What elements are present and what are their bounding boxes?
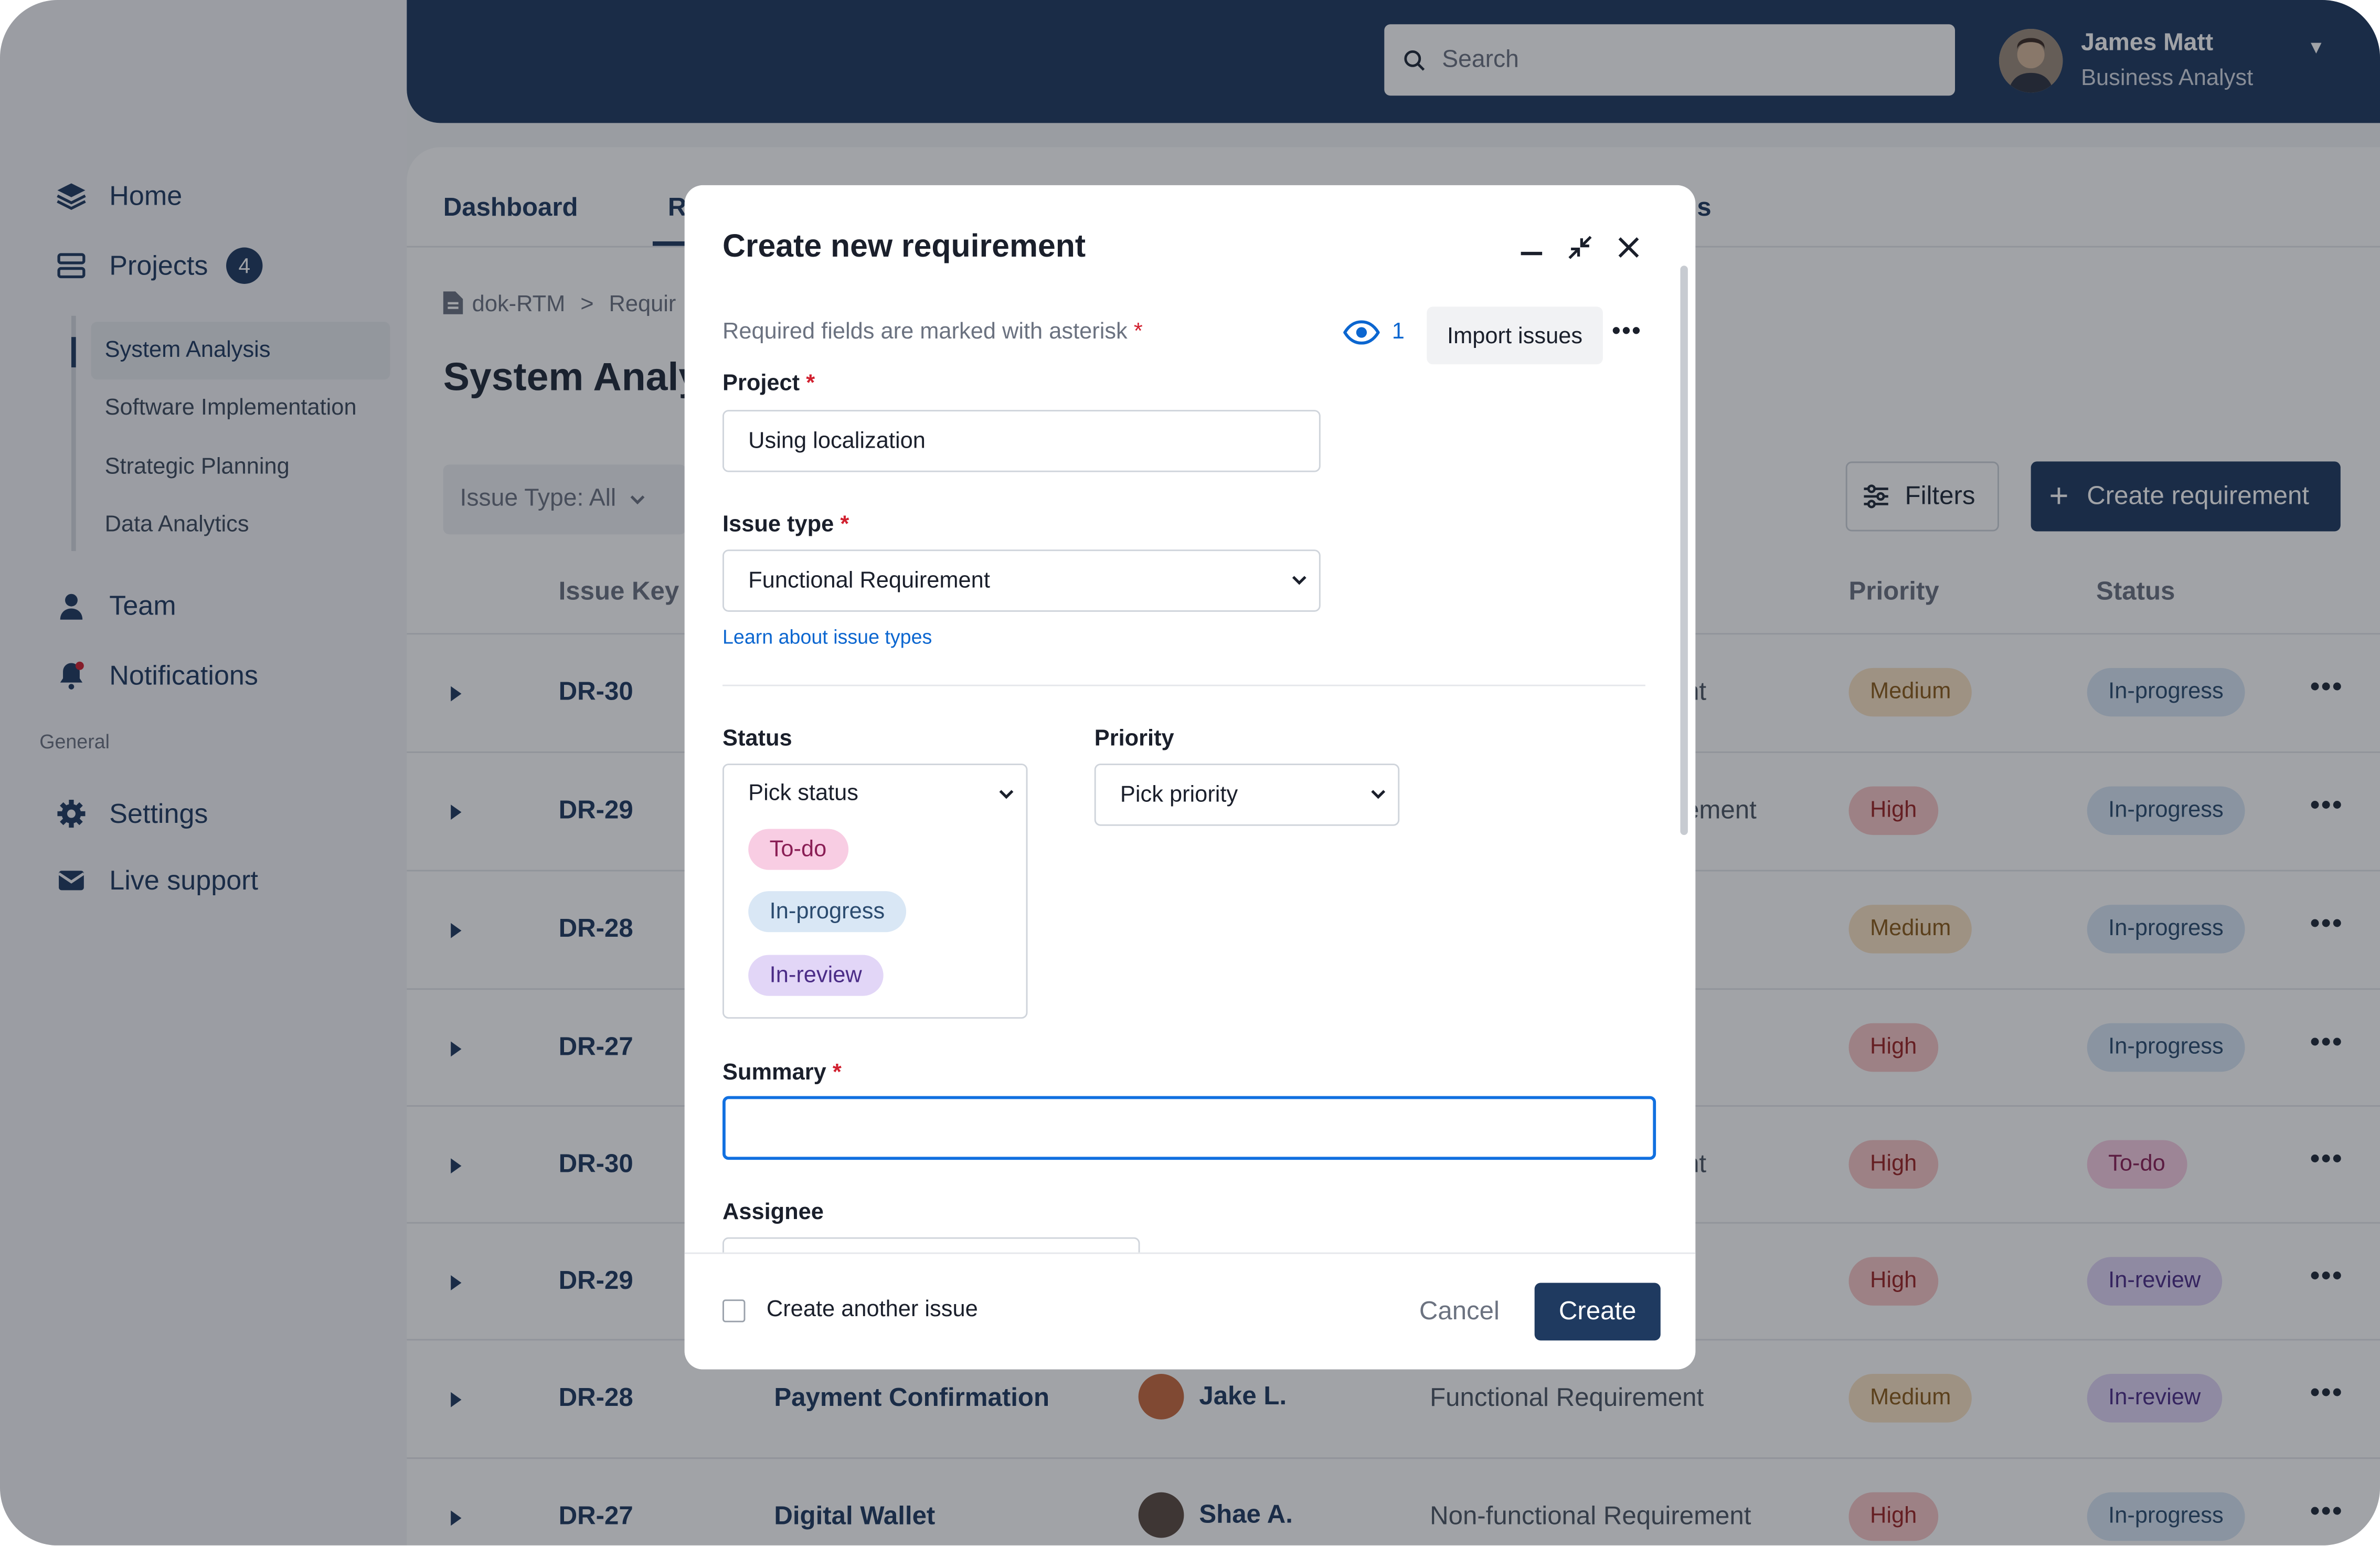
dialog-title: Create new requirement xyxy=(722,229,1086,264)
create-button[interactable]: Create xyxy=(1534,1283,1661,1341)
app-window: Home Projects 4 System Analysis Software… xyxy=(0,0,2380,1545)
issue-type-label-text: Issue type xyxy=(722,511,834,538)
status-option-in-progress[interactable]: In-progress xyxy=(748,891,906,933)
collapse-arrows-icon[interactable] xyxy=(1562,229,1598,266)
create-another-label[interactable]: Create another issue xyxy=(767,1297,978,1322)
project-value: Using localization xyxy=(748,428,926,454)
status-option-in-review[interactable]: In-review xyxy=(748,955,884,996)
status-dropdown[interactable]: Pick status To-do In-progress In-review xyxy=(722,764,1028,1019)
required-fields-note: Required fields are marked with asterisk… xyxy=(722,319,1143,345)
more-options-icon[interactable]: ••• xyxy=(1612,319,1642,346)
required-asterisk: * xyxy=(1133,319,1143,345)
issue-type-label: Issue type * xyxy=(722,512,849,537)
chevron-down-icon xyxy=(1292,576,1306,585)
project-label: Project * xyxy=(722,370,815,396)
status-label: Status xyxy=(722,725,792,751)
summary-label-text: Summary xyxy=(722,1060,826,1086)
close-icon[interactable] xyxy=(1610,229,1646,266)
required-asterisk: * xyxy=(832,1060,842,1086)
chevron-up-down-icon xyxy=(999,790,1014,799)
section-divider xyxy=(722,684,1645,686)
project-label-text: Project xyxy=(722,370,800,397)
status-placeholder: Pick status xyxy=(748,780,859,807)
import-issues-button[interactable]: Import issues xyxy=(1427,306,1603,365)
learn-issue-types-link[interactable]: Learn about issue types xyxy=(722,626,932,648)
priority-placeholder: Pick priority xyxy=(1120,781,1238,808)
status-option-todo[interactable]: To-do xyxy=(748,829,848,870)
chevron-down-icon xyxy=(1371,790,1386,799)
summary-input[interactable] xyxy=(722,1096,1656,1160)
issue-type-value: Functional Requirement xyxy=(748,567,990,594)
priority-select[interactable]: Pick priority xyxy=(1094,764,1400,826)
scrollbar-thumb[interactable] xyxy=(1680,266,1688,835)
project-field[interactable]: Using localization xyxy=(722,410,1321,472)
required-note-text: Required fields are marked with asterisk xyxy=(722,319,1128,345)
create-requirement-dialog: Create new requirement Required fields a… xyxy=(684,185,1696,1370)
priority-label: Priority xyxy=(1094,725,1174,751)
eye-icon xyxy=(1343,319,1380,344)
issue-type-select[interactable]: Functional Requirement xyxy=(722,549,1321,612)
required-asterisk: * xyxy=(806,370,815,397)
dialog-footer: Create another issue Cancel Create xyxy=(684,1252,1696,1370)
create-another-checkbox[interactable] xyxy=(722,1299,746,1322)
minimize-icon[interactable] xyxy=(1513,229,1549,266)
summary-label: Summary * xyxy=(722,1060,842,1085)
cancel-button[interactable]: Cancel xyxy=(1419,1297,1500,1327)
watchers-button[interactable]: 1 xyxy=(1343,319,1405,345)
required-asterisk: * xyxy=(840,511,849,538)
assignee-label: Assignee xyxy=(722,1199,824,1225)
watchers-count: 1 xyxy=(1391,319,1405,345)
